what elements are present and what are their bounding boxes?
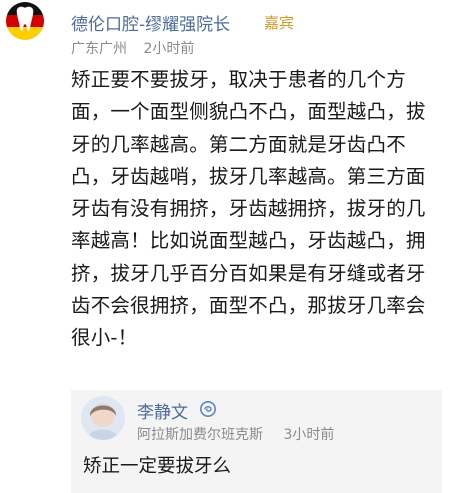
post-content: 矫正要不要拔牙，取决于患者的几个方面，一个面型侧貌凸不凸，面型越凸，拔牙的几率越… [71, 68, 426, 350]
post-meta: 广东广州 2小时前 [71, 38, 194, 58]
reply-card[interactable]: 李静文 阿拉斯加费尔班克斯 3小时前 矫正一定要拔牙么 [71, 390, 442, 493]
reply-meta: 阿拉斯加费尔班克斯 3小时前 [137, 424, 334, 444]
guest-badge: 嘉宾 [264, 14, 295, 32]
post-location: 广东广州 [71, 41, 127, 57]
reply-author-name[interactable]: 李静文 [137, 398, 188, 423]
verified-swirl-icon [199, 400, 217, 418]
reply-time: 3小时前 [283, 427, 335, 443]
reply-location: 阿拉斯加费尔班克斯 [137, 427, 263, 443]
post-time: 2小时前 [143, 41, 195, 57]
author-avatar[interactable] [6, 2, 44, 40]
reply-avatar[interactable] [81, 396, 125, 440]
tooth-flag-icon [6, 2, 44, 40]
reply-text: 矫正一定要拔牙么 [83, 456, 232, 477]
user-photo-icon [81, 396, 125, 440]
author-name[interactable]: 德伦口腔-缪耀强院长 [71, 10, 230, 35]
